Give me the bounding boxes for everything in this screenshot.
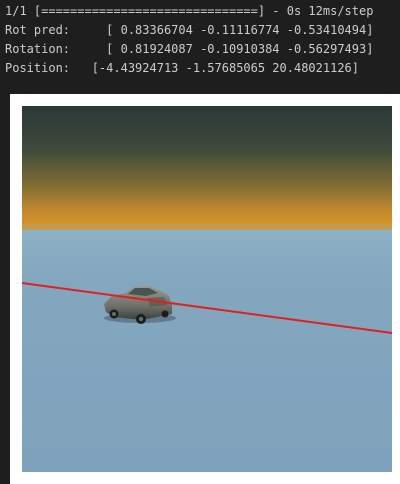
position-line: Position: [-4.43924713 -1.57685065 20.48… (5, 61, 360, 75)
figure-panel (10, 94, 400, 484)
sky (22, 106, 392, 230)
ground-plane (22, 230, 392, 472)
rot-pred-line: Rot pred: [ 0.83366704 -0.11116774 -0.53… (5, 23, 374, 37)
progress-line: 1/1 [==============================] - 0… (5, 4, 374, 18)
console-output: 1/1 [==============================] - 0… (0, 0, 400, 94)
rendered-scene (22, 106, 392, 472)
rotation-line: Rotation: [ 0.81924087 -0.10910384 -0.56… (5, 42, 374, 56)
scene-svg (22, 106, 392, 472)
